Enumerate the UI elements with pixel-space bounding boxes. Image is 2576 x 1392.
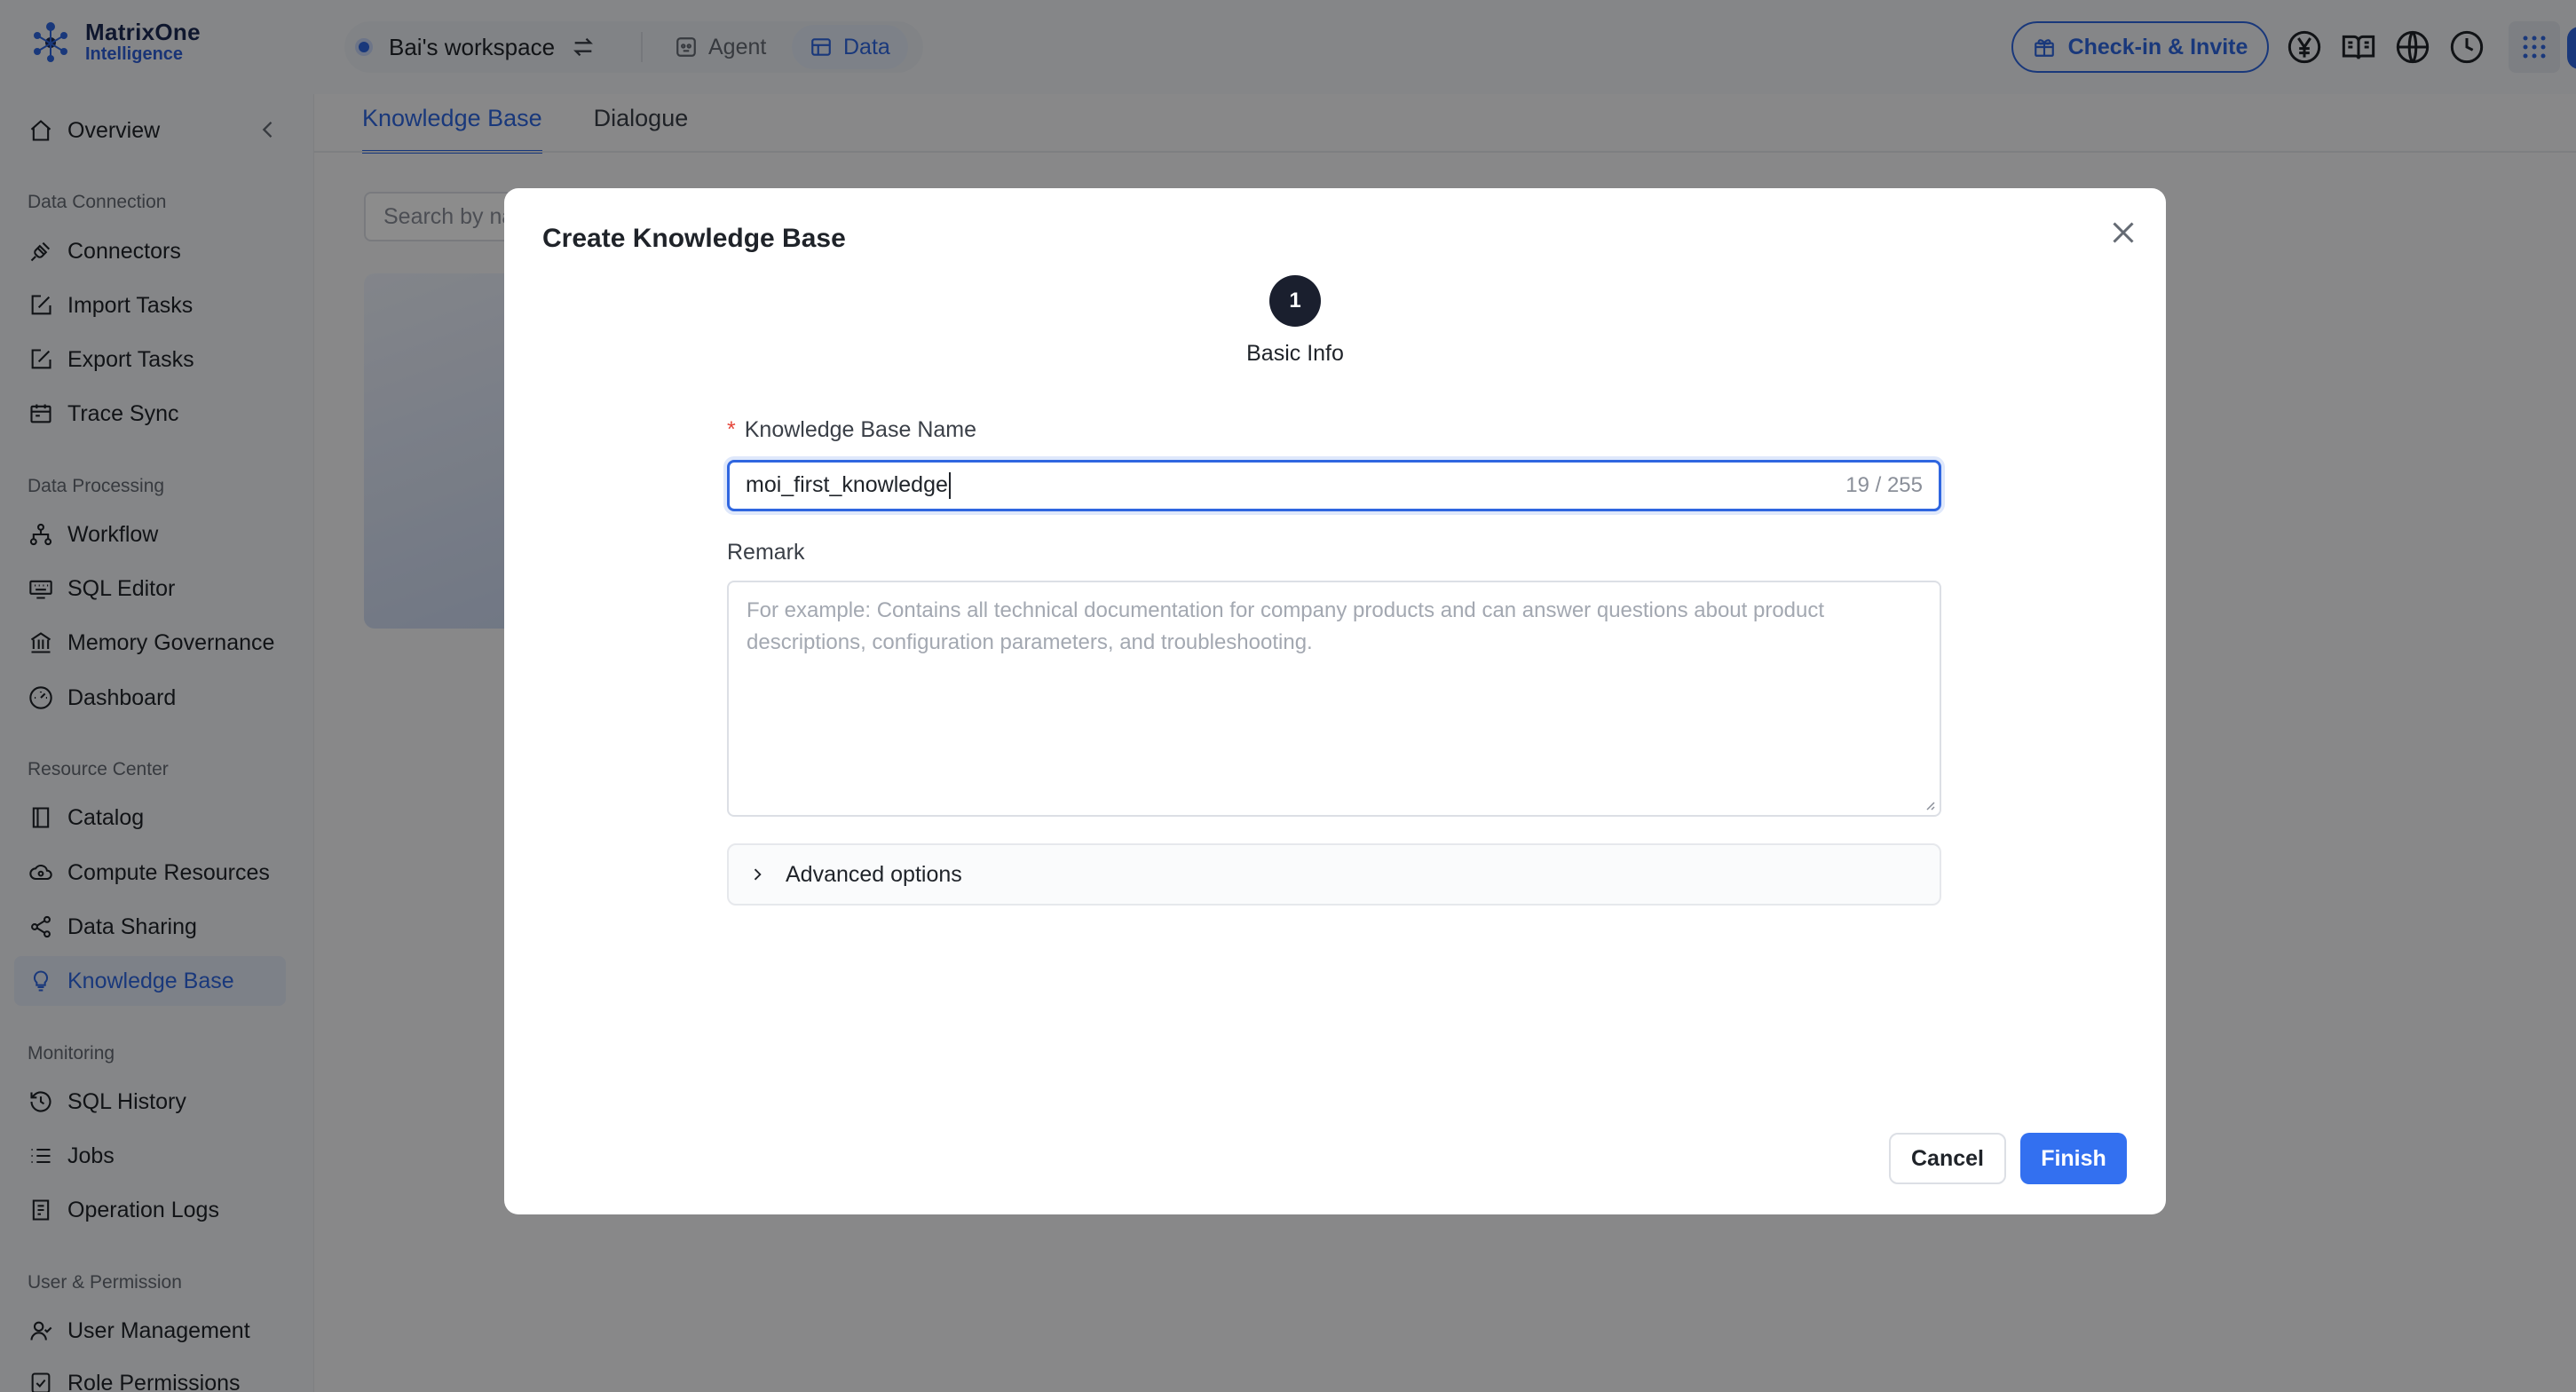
chevron-right-icon bbox=[754, 868, 762, 881]
knowledge-base-name-input[interactable]: moi_first_knowledge 19 / 255 bbox=[727, 460, 1941, 511]
close-icon[interactable] bbox=[2107, 217, 2139, 249]
name-field-label: * Knowledge Base Name bbox=[727, 417, 976, 443]
create-knowledge-base-dialog: Create Knowledge Base 1 Basic Info * Know… bbox=[504, 188, 2166, 1214]
dialog-title: Create Knowledge Base bbox=[542, 224, 846, 253]
remark-textarea[interactable]: For example: Contains all technical docu… bbox=[727, 581, 1941, 817]
character-counter: 19 / 255 bbox=[1845, 473, 1923, 497]
resize-handle-icon[interactable] bbox=[1922, 797, 1936, 811]
cancel-button[interactable]: Cancel bbox=[1889, 1133, 2006, 1184]
name-label-text: Knowledge Base Name bbox=[744, 417, 977, 442]
advanced-options-toggle[interactable]: Advanced options bbox=[727, 843, 1941, 906]
remark-field-label: Remark bbox=[727, 540, 805, 565]
step-label: Basic Info bbox=[1246, 341, 1344, 366]
name-input-value: moi_first_knowledge bbox=[746, 471, 948, 497]
remark-placeholder: For example: Contains all technical docu… bbox=[747, 598, 1825, 654]
required-mark: * bbox=[727, 417, 736, 442]
advanced-options-label: Advanced options bbox=[786, 861, 962, 887]
finish-button[interactable]: Finish bbox=[2020, 1133, 2127, 1184]
step-indicator: 1 bbox=[1269, 275, 1321, 327]
text-caret bbox=[948, 472, 951, 500]
